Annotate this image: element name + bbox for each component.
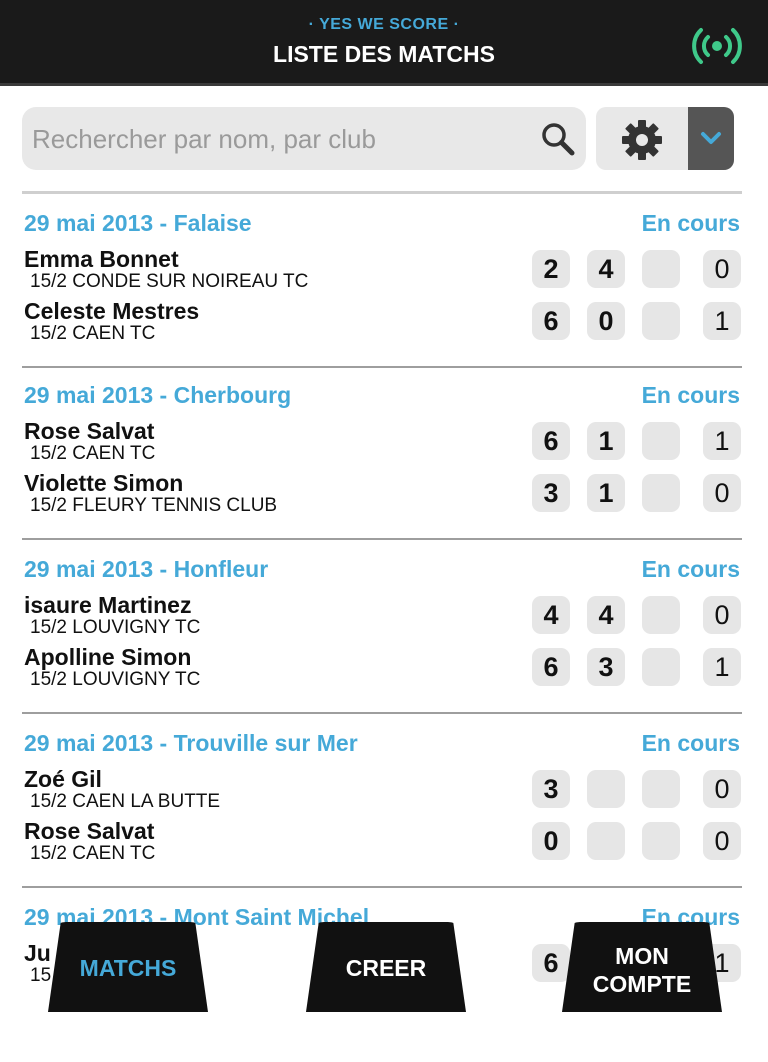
match-header: 29 mai 2013 - Falaise: [24, 210, 252, 236]
set-score: 4: [587, 596, 625, 634]
search-bar: [22, 107, 586, 170]
match-header: 29 mai 2013 - Trouville sur Mer: [24, 730, 358, 756]
match-status: En cours: [641, 382, 740, 408]
tab-creer[interactable]: CREER: [306, 922, 466, 1012]
set-score: 2: [532, 250, 570, 288]
bottom-nav: MATCHS CREER MON COMPTE: [0, 920, 768, 1012]
player-row: Violette Simon 15/2 FLEURY TENNIS CLUB: [24, 470, 277, 516]
broadcast-icon[interactable]: [690, 26, 744, 66]
player-row: Zoé Gil 15/2 CAEN LA BUTTE: [24, 766, 220, 812]
match-status: En cours: [641, 730, 740, 756]
tab-matchs[interactable]: MATCHS: [48, 922, 208, 1012]
set-score: [642, 302, 680, 340]
player-row: Emma Bonnet 15/2 CONDE SUR NOIREAU TC: [24, 246, 308, 292]
set-score: 1: [587, 422, 625, 460]
page-title: LISTE DES MATCHS: [273, 41, 495, 67]
set-score: 0: [532, 822, 570, 860]
tab-label: MON: [615, 943, 669, 969]
search-icon[interactable]: [540, 121, 576, 157]
sets-won: 0: [703, 250, 741, 288]
filter-dropdown[interactable]: [688, 107, 734, 170]
player-row: Rose Salvat 15/2 CAEN TC: [24, 818, 155, 864]
set-score: 6: [532, 422, 570, 460]
set-score: [642, 596, 680, 634]
sets-won: 1: [703, 422, 741, 460]
app-header: · YES WE SCORE · LISTE DES MATCHS: [0, 0, 768, 86]
set-score: 6: [532, 648, 570, 686]
set-score: [587, 770, 625, 808]
tab-label: CREER: [345, 955, 427, 981]
tab-label: COMPTE: [592, 971, 692, 997]
sets-won: 1: [703, 302, 741, 340]
player-club: 15/2 LOUVIGNY TC: [30, 669, 201, 690]
set-score: [642, 770, 680, 808]
match-card[interactable]: 29 mai 2013 - Cherbourg En cours Rose Sa…: [22, 366, 742, 540]
player-club: 15/2 CONDE SUR NOIREAU TC: [30, 271, 309, 292]
search-input[interactable]: [30, 117, 524, 161]
match-card[interactable]: 29 mai 2013 - Falaise En cours Emma Bonn…: [22, 194, 742, 368]
player-name: isaure Martinez: [24, 592, 192, 618]
set-score: 4: [532, 596, 570, 634]
set-score: 1: [587, 474, 625, 512]
set-score: [642, 648, 680, 686]
set-score: 3: [532, 770, 570, 808]
sets-won: 0: [703, 596, 741, 634]
set-score: 4: [587, 250, 625, 288]
player-club: 15/2 CAEN LA BUTTE: [30, 791, 221, 812]
set-score: [642, 822, 680, 860]
player-name: Rose Salvat: [24, 818, 155, 844]
set-score: [642, 250, 680, 288]
player-name: Violette Simon: [24, 470, 184, 496]
match-header: 29 mai 2013 - Cherbourg: [24, 382, 292, 408]
sets-won: 0: [703, 822, 741, 860]
tab-label: MATCHS: [79, 955, 177, 981]
match-card[interactable]: 29 mai 2013 - Honfleur En cours isaure M…: [22, 540, 742, 714]
player-club: 15/2 FLEURY TENNIS CLUB: [30, 495, 278, 516]
sets-won: 0: [703, 770, 741, 808]
set-score: 6: [532, 302, 570, 340]
set-score: 3: [587, 648, 625, 686]
player-name: Celeste Mestres: [24, 298, 200, 324]
set-score: 0: [587, 302, 625, 340]
player-name: Rose Salvat: [24, 418, 155, 444]
player-club: 15/2 LOUVIGNY TC: [30, 617, 201, 638]
match-header: 29 mai 2013 - Honfleur: [24, 556, 269, 582]
tab-mon-compte[interactable]: MON COMPTE: [562, 922, 722, 1012]
brand-tagline: · YES WE SCORE ·: [308, 16, 460, 33]
player-club: 15/2 CAEN TC: [30, 323, 156, 344]
player-row: isaure Martinez 15/2 LOUVIGNY TC: [24, 592, 200, 638]
sets-won: 1: [703, 648, 741, 686]
player-name: Zoé Gil: [24, 766, 102, 792]
player-name: Emma Bonnet: [24, 246, 179, 272]
set-score: [642, 474, 680, 512]
match-status: En cours: [641, 556, 740, 582]
player-name: Apolline Simon: [24, 644, 192, 670]
set-score: [642, 422, 680, 460]
gear-icon[interactable]: [620, 118, 664, 162]
player-club: 15/2 CAEN TC: [30, 843, 156, 864]
player-row: Celeste Mestres 15/2 CAEN TC: [24, 298, 199, 344]
settings-button[interactable]: [596, 107, 734, 170]
chevron-down-icon: [701, 132, 721, 144]
sets-won: 0: [703, 474, 741, 512]
set-score: [587, 822, 625, 860]
match-status: En cours: [641, 210, 740, 236]
match-card[interactable]: 29 mai 2013 - Trouville sur Mer En cours…: [22, 714, 742, 888]
player-row: Apolline Simon 15/2 LOUVIGNY TC: [24, 644, 200, 690]
player-club: 15/2 CAEN TC: [30, 443, 156, 464]
set-score: 3: [532, 474, 570, 512]
player-row: Rose Salvat 15/2 CAEN TC: [24, 418, 155, 464]
